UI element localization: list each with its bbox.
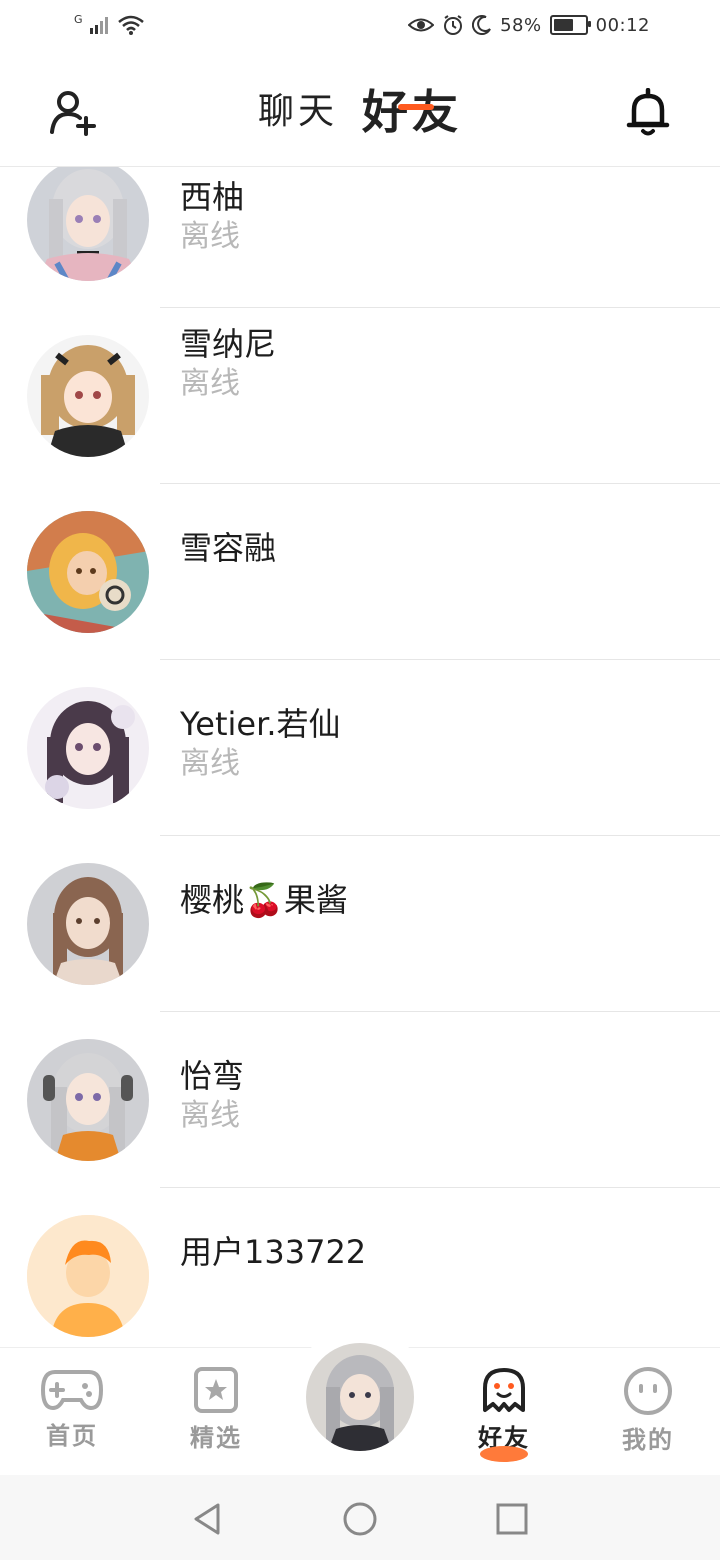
avatar	[27, 167, 149, 281]
battery-percent: 58%	[500, 14, 542, 36]
bell-icon	[626, 88, 670, 136]
friend-status: 离线	[180, 746, 240, 781]
friend-name: 怡弯	[180, 1057, 245, 1095]
list-item[interactable]: 樱桃🍒果酱	[0, 836, 720, 1012]
star-icon	[194, 1367, 238, 1413]
status-left: G	[74, 12, 145, 36]
list-item[interactable]: 西柚 离线	[0, 167, 720, 308]
back-icon[interactable]	[188, 1499, 228, 1539]
friend-list[interactable]: 西柚 离线 雪纳尼 离线 雪容融 Yetier.若仙 离线 樱桃🍒果酱 怡弯 离…	[0, 167, 720, 1347]
recents-icon[interactable]	[492, 1499, 532, 1539]
friend-status: 离线	[180, 219, 240, 254]
nav-active-indicator	[480, 1446, 528, 1462]
tab-friends[interactable]: 好友	[362, 84, 462, 140]
clock: 00:12	[595, 14, 650, 36]
list-item[interactable]: 雪纳尼 离线	[0, 308, 720, 484]
nav-label: 我的	[622, 1426, 674, 1454]
alarm-icon	[444, 15, 463, 35]
avatar	[27, 1215, 149, 1337]
friend-name: 樱桃🍒果酱	[180, 881, 348, 919]
avatar	[27, 863, 149, 985]
eye-icon	[408, 18, 435, 32]
moon-icon	[472, 15, 492, 35]
friend-name: 雪纳尼	[180, 325, 277, 363]
friend-name: Yetier.若仙	[180, 705, 341, 743]
gamepad-icon	[41, 1370, 103, 1411]
nav-friends[interactable]: 好友	[454, 1366, 554, 1453]
avatar	[27, 1039, 149, 1161]
nav-label: 首页	[46, 1422, 98, 1450]
header: 聊天 好友	[0, 56, 720, 167]
network-type: G	[74, 12, 84, 26]
status-right: 58% 00:12	[408, 14, 650, 36]
notifications-button[interactable]	[624, 88, 672, 136]
system-nav	[0, 1475, 720, 1560]
friend-name: 西柚	[180, 178, 245, 216]
nav-profile[interactable]: 我的	[598, 1366, 698, 1455]
friend-name: 用户133722	[180, 1233, 367, 1271]
list-item[interactable]: 怡弯 离线	[0, 1012, 720, 1188]
face-icon	[624, 1367, 672, 1415]
list-item[interactable]: 用户133722	[0, 1188, 720, 1347]
nav-home[interactable]: 首页	[22, 1366, 122, 1451]
ghost-icon	[483, 1368, 525, 1412]
header-tabs: 聊天 好友	[0, 84, 720, 140]
list-item[interactable]: 雪容融	[0, 484, 720, 660]
battery-icon	[549, 15, 591, 35]
avatar	[27, 511, 149, 633]
friend-name: 雪容融	[180, 529, 277, 567]
active-tab-indicator	[398, 104, 434, 110]
nav-featured[interactable]: 精选	[166, 1366, 266, 1453]
status-bar: G 58% 00:12	[0, 0, 720, 56]
avatar	[27, 335, 149, 457]
friend-status: 离线	[180, 366, 240, 401]
list-item[interactable]: Yetier.若仙 离线	[0, 660, 720, 836]
wifi-icon	[118, 15, 144, 35]
profile-avatar[interactable]	[306, 1343, 414, 1451]
nav-label: 精选	[190, 1424, 242, 1452]
friend-status: 离线	[180, 1098, 240, 1133]
tab-chat[interactable]: 聊天	[258, 84, 338, 140]
home-icon[interactable]	[340, 1499, 380, 1539]
signal-icon	[90, 17, 109, 34]
avatar	[27, 687, 149, 809]
